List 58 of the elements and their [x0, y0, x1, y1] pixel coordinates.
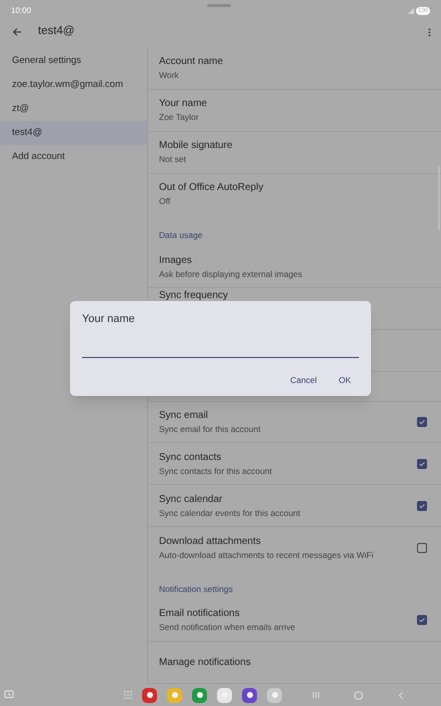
- section-header: Notification settings: [159, 583, 233, 596]
- sidebar-item[interactable]: zoe.taylor.wm@gmail.com: [0, 73, 147, 97]
- settings-row[interactable]: Mobile signature Not set: [148, 132, 441, 174]
- setting-value: Ask before displaying external images: [159, 268, 304, 280]
- setting-value: Zoe Taylor: [159, 112, 200, 124]
- sidebar-item[interactable]: General settings: [0, 49, 147, 73]
- setting-value: Off: [159, 196, 172, 208]
- settings-row[interactable]: Sync contacts Sync contacts for this account: [148, 443, 441, 486]
- dialog-button[interactable]: OK: [330, 372, 359, 388]
- checkbox[interactable]: [417, 417, 427, 428]
- setting-title: Your name: [159, 97, 208, 110]
- setting-value: Sync calendar events for this account: [159, 508, 302, 519]
- settings-row[interactable]: Account name Work: [148, 48, 441, 90]
- status-time: 10:00: [11, 5, 32, 17]
- settings-row[interactable]: Images Ask before displaying external images: [148, 246, 441, 288]
- signal-icon: [408, 8, 414, 14]
- setting-value: Auto-download attachments to recent messages via WiFi: [159, 550, 374, 562]
- dialog-title: Your name: [82, 312, 136, 327]
- settings-row[interactable]: Sync email Sync email for this account: [148, 402, 441, 444]
- more-options-icon[interactable]: [428, 28, 431, 36]
- setting-title: Email notifications: [159, 607, 241, 620]
- back-icon[interactable]: [397, 690, 405, 700]
- setting-title: Account name: [159, 55, 224, 68]
- setting-title: Download attachments: [159, 535, 262, 548]
- sidebar-item[interactable]: test4@: [0, 121, 147, 145]
- sidebar-item[interactable]: Add account: [0, 145, 147, 169]
- checkbox[interactable]: [417, 458, 427, 469]
- setting-title: Manage notifications: [159, 656, 252, 669]
- settings-row[interactable]: Email notifications Send notification when emails arrive: [148, 600, 441, 642]
- setting-title: Sync contacts: [159, 450, 222, 464]
- checkbox[interactable]: [417, 543, 427, 554]
- screen-time-icon[interactable]: [4, 690, 14, 700]
- setting-value: Send notification when emails arrive: [159, 622, 296, 634]
- recent-apps-icon[interactable]: [312, 691, 320, 699]
- dialog-button[interactable]: Cancel: [282, 372, 325, 388]
- settings-row[interactable]: Out of Office AutoReply Off: [148, 174, 441, 216]
- setting-title: Out of Office AutoReply: [159, 181, 264, 194]
- toolbar-title: test4@: [38, 24, 76, 40]
- setting-title: Mobile signature: [159, 139, 234, 152]
- setting-value: Sync email for this account: [159, 424, 262, 436]
- sidebar-item[interactable]: zt@: [0, 97, 147, 121]
- drag-handle[interactable]: [207, 4, 231, 7]
- checkbox[interactable]: [417, 615, 427, 626]
- setting-title: Images: [159, 254, 193, 267]
- settings-row[interactable]: Download attachments Auto-download attachments to recent messages via WiFi: [148, 527, 441, 569]
- setting-title: Sync frequency: [159, 289, 229, 302]
- setting-value: Work: [159, 70, 180, 82]
- settings-row[interactable]: Sync calendar Sync calendar events for this account: [148, 485, 441, 528]
- setting-value: Sync contacts for this account: [159, 466, 273, 477]
- home-icon[interactable]: [354, 690, 363, 700]
- settings-row[interactable]: Your name Zoe Taylor: [148, 90, 441, 132]
- section-header: Data usage: [159, 229, 202, 242]
- setting-title: Sync calendar: [159, 492, 224, 506]
- setting-value: Not set: [159, 154, 187, 166]
- checkbox[interactable]: [417, 500, 427, 511]
- back-arrow-icon[interactable]: [12, 27, 22, 37]
- setting-title: Sync email: [159, 409, 209, 422]
- apps-grid-icon[interactable]: [124, 691, 132, 699]
